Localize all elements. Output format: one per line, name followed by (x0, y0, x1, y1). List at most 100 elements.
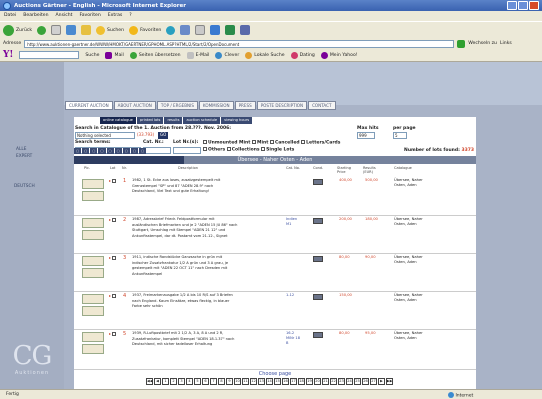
refresh-button[interactable] (66, 25, 77, 35)
lot-thumbnail[interactable] (82, 268, 104, 278)
pager-page[interactable]: 26 (362, 378, 369, 385)
yahoo-my-link[interactable]: Mein Yahoo! (320, 51, 358, 59)
go-icon[interactable] (457, 39, 466, 48)
pager-page[interactable]: 12 (250, 378, 257, 385)
forward-button[interactable] (37, 25, 47, 35)
pager-page[interactable]: 1 (162, 378, 169, 385)
letters-checkbox[interactable] (301, 140, 306, 144)
mail-button[interactable] (180, 25, 191, 35)
nav-press[interactable]: PRESS (234, 101, 256, 110)
lot-thumbnail[interactable] (82, 218, 104, 228)
nav-kommission[interactable]: KOMMISSION (198, 101, 234, 110)
nav-contact[interactable]: CONTACT (308, 101, 336, 110)
collections-checkbox[interactable] (226, 147, 231, 151)
home-button[interactable] (81, 25, 92, 35)
lot-checkbox[interactable] (112, 332, 116, 336)
option-button[interactable]: ▢ (74, 148, 82, 154)
yahoo-search-button[interactable]: Suche (85, 53, 99, 58)
pager-page[interactable]: 24 (346, 378, 353, 385)
lot-thumbnail[interactable] (82, 294, 104, 304)
lot-thumbnail[interactable] (82, 332, 104, 342)
lot-thumbnail[interactable] (82, 344, 104, 354)
nav-poste-description[interactable]: POSTE DESCRIPTION (256, 101, 308, 110)
mint-checkbox[interactable] (252, 140, 256, 144)
pager-page[interactable]: 5 (194, 378, 201, 385)
option-button[interactable]: ▢ (106, 148, 114, 154)
menu-favorites[interactable]: Favoriten (79, 13, 100, 19)
lot-thumbnail[interactable] (82, 179, 104, 189)
pager-page[interactable]: 18 (298, 378, 305, 385)
pager-page[interactable]: 16 (282, 378, 289, 385)
lot-number[interactable]: 5 (123, 331, 126, 337)
pager-last[interactable]: ▶▶ (386, 378, 393, 385)
lot-number[interactable]: 1 (123, 178, 126, 184)
favorites-button[interactable]: Favoriten (129, 25, 161, 35)
per-page-select[interactable]: 5 (393, 132, 407, 139)
research-button[interactable] (240, 25, 251, 35)
menu-file[interactable]: Datei (4, 13, 16, 19)
pager-page[interactable]: 17 (290, 378, 297, 385)
pager-page[interactable]: 11 (242, 378, 249, 385)
close-button[interactable] (529, 1, 539, 10)
cat-nr-input[interactable] (143, 147, 171, 154)
others-checkbox[interactable] (203, 147, 207, 151)
lot-thumbnail[interactable] (82, 256, 104, 266)
pager-page[interactable]: 4 (186, 378, 193, 385)
minimize-button[interactable] (507, 1, 517, 10)
option-button[interactable]: ▢ (98, 148, 106, 154)
lot-checkbox[interactable] (112, 179, 116, 183)
pager-page[interactable]: 8 (218, 378, 225, 385)
yahoo-answers-link[interactable]: Clever (215, 51, 239, 59)
messenger-button[interactable] (225, 25, 236, 35)
pager-page[interactable]: 10 (234, 378, 241, 385)
yahoo-search-input[interactable] (19, 51, 80, 59)
subnav-results[interactable]: results (164, 117, 183, 124)
go-button[interactable]: Wechseln zu (468, 41, 497, 46)
menu-tools[interactable]: Extras (108, 13, 123, 19)
option-button[interactable]: ▢ (122, 148, 130, 154)
lot-thumbnail[interactable] (82, 306, 104, 316)
pager-first[interactable]: ◀◀ (146, 378, 153, 385)
links-button[interactable]: Links (500, 41, 512, 46)
yahoo-logo[interactable]: Y! (3, 50, 13, 60)
subnav-online-catalogue[interactable]: online catalogue (100, 117, 136, 124)
option-button[interactable]: ▢ (139, 148, 147, 154)
lot-checkbox[interactable] (112, 218, 116, 222)
yahoo-sites-link[interactable]: Seiten übersetzen (129, 51, 181, 59)
lot-thumbnail[interactable] (82, 230, 104, 240)
edit-button[interactable] (210, 25, 221, 35)
menu-edit[interactable]: Bearbeiten (23, 13, 48, 19)
pager-next[interactable]: ▶ (378, 378, 385, 385)
side-link-alle[interactable]: ALLE (16, 147, 26, 152)
nav-about-auction[interactable]: ABOUT AUCTION (113, 101, 156, 110)
address-input[interactable]: http://www.auktionen-gaertner.de/WWW/HMO… (24, 39, 455, 48)
menu-view[interactable]: Ansicht (56, 13, 73, 19)
pager-page[interactable]: 20 (314, 378, 321, 385)
pager-prev[interactable]: ◀ (154, 378, 161, 385)
lot-thumbnail[interactable] (82, 191, 104, 201)
single-lots-checkbox[interactable] (261, 147, 266, 151)
pager-page[interactable]: 6 (202, 378, 209, 385)
search-button[interactable]: Suchen (96, 25, 124, 35)
side-link-expert[interactable]: EXPERT (16, 154, 32, 159)
pager-page[interactable]: 19 (306, 378, 313, 385)
pager-page[interactable]: 7 (210, 378, 217, 385)
lot-checkbox[interactable] (112, 294, 116, 298)
subnav-printed-lots[interactable]: printed lots (136, 117, 164, 124)
pager-page[interactable]: 15 (274, 378, 281, 385)
lot-number[interactable]: 4 (123, 293, 126, 299)
pager-page[interactable]: 22 (330, 378, 337, 385)
subnav-auction-schedule[interactable]: auction schedule (183, 117, 221, 124)
option-button[interactable]: ▢ (114, 148, 122, 154)
lot-nr-input[interactable] (173, 147, 201, 154)
lot-checkbox[interactable] (112, 256, 116, 260)
yahoo-mail-link[interactable]: Mail (105, 51, 124, 59)
menu-help[interactable]: ? (129, 13, 131, 19)
back-button[interactable]: Zurück (3, 24, 32, 36)
yahoo-dating-link[interactable]: Dating (290, 51, 315, 59)
option-button[interactable]: ▢ (82, 148, 90, 154)
pager-page[interactable]: 27 (370, 378, 377, 385)
subnav-viewing-hours[interactable]: viewing hours (221, 117, 253, 124)
pager-page[interactable]: 3 (178, 378, 185, 385)
pager-page[interactable]: 21 (322, 378, 329, 385)
